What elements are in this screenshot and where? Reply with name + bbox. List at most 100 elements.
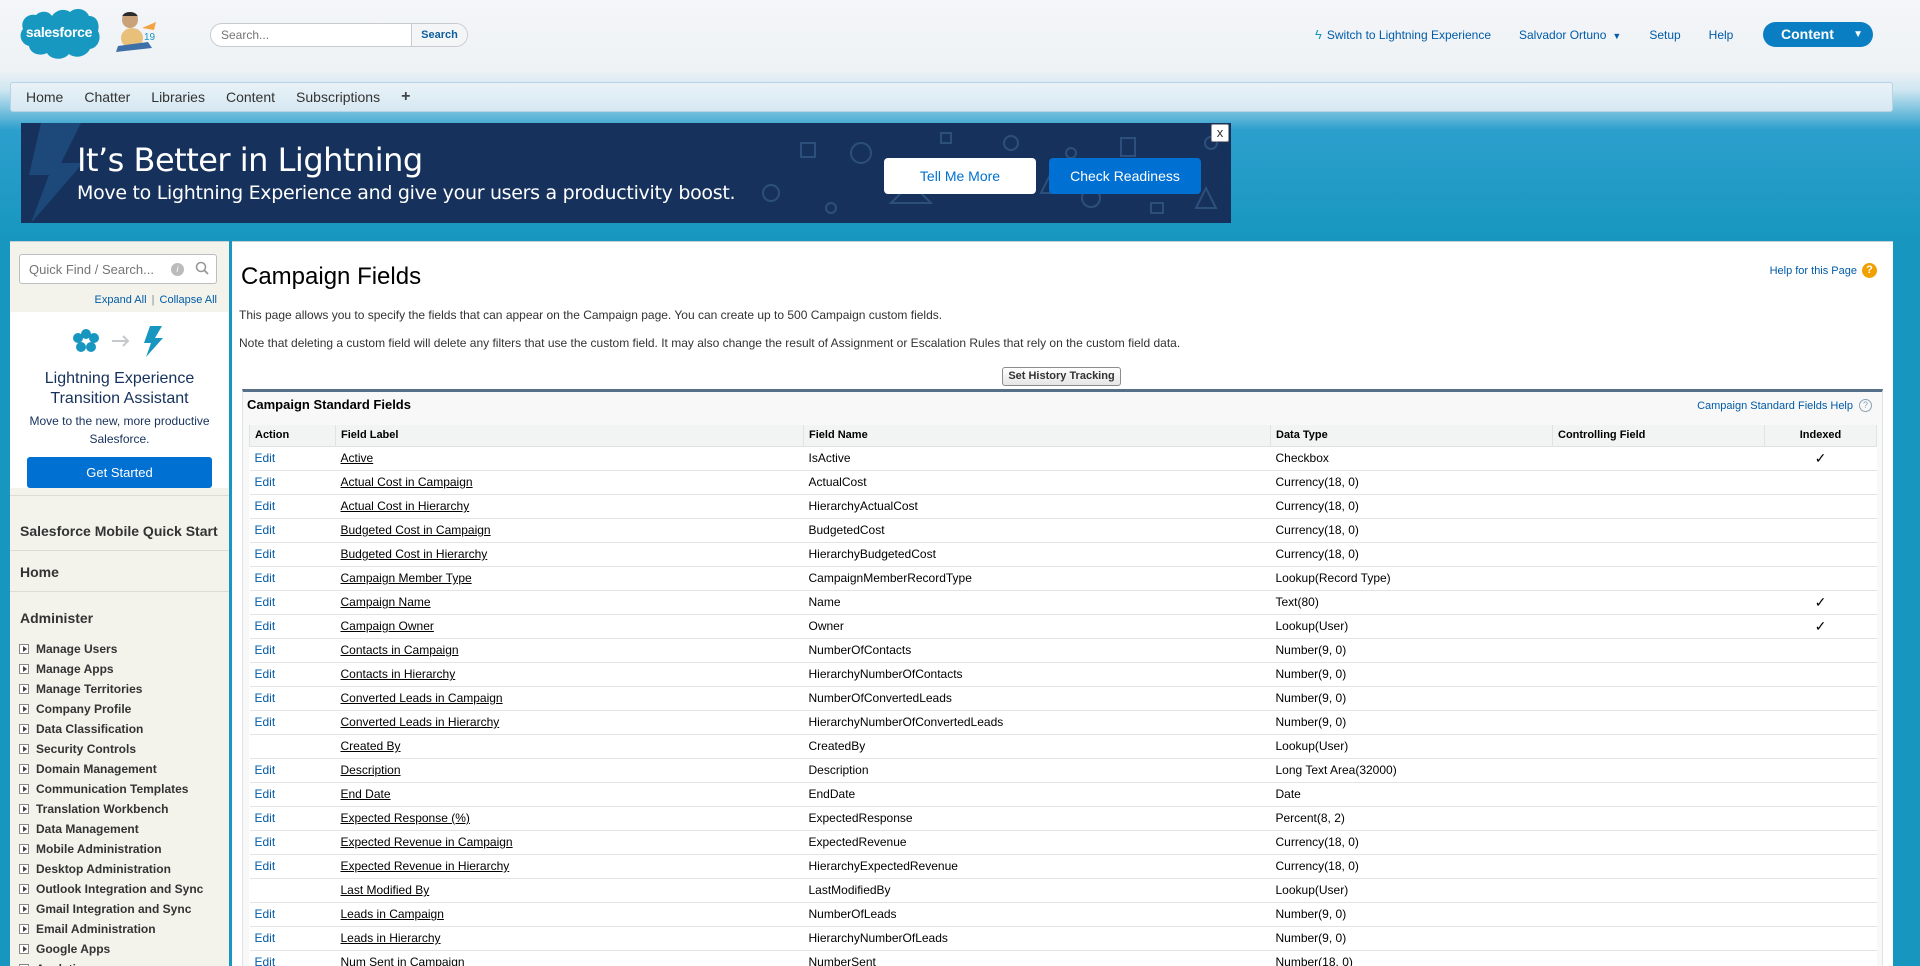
field-label-link[interactable]: Expected Revenue in Campaign <box>341 835 513 849</box>
field-label-link[interactable]: Created By <box>341 739 401 753</box>
sidebar-item[interactable]: Company Profile <box>19 699 203 719</box>
expand-arrow-icon[interactable] <box>19 864 29 874</box>
field-label-link[interactable]: Actual Cost in Campaign <box>341 475 473 489</box>
sidebar-item[interactable]: Data Classification <box>19 719 203 739</box>
standard-fields-help-link[interactable]: Campaign Standard Fields Help ? <box>1697 399 1872 412</box>
expand-arrow-icon[interactable] <box>19 744 29 754</box>
expand-arrow-icon[interactable] <box>19 884 29 894</box>
edit-link[interactable]: Edit <box>255 835 276 849</box>
field-label-link[interactable]: Active <box>341 451 374 465</box>
sidebar-item[interactable]: Analytics <box>19 959 203 966</box>
edit-link[interactable]: Edit <box>255 523 276 537</box>
edit-link[interactable]: Edit <box>255 499 276 513</box>
tab-content[interactable]: Content <box>226 89 275 105</box>
expand-arrow-icon[interactable] <box>19 844 29 854</box>
field-label-link[interactable]: Description <box>341 763 401 777</box>
magnifier-icon[interactable] <box>195 261 209 278</box>
expand-arrow-icon[interactable] <box>19 904 29 914</box>
edit-link[interactable]: Edit <box>255 715 276 729</box>
sidebar-item[interactable]: Manage Users <box>19 639 203 659</box>
sidebar-item[interactable]: Manage Territories <box>19 679 203 699</box>
sidebar-item[interactable]: Mobile Administration <box>19 839 203 859</box>
home-link[interactable]: Home <box>20 564 59 580</box>
edit-link[interactable]: Edit <box>255 451 276 465</box>
expand-arrow-icon[interactable] <box>19 684 29 694</box>
sidebar-item[interactable]: Data Management <box>19 819 203 839</box>
edit-link[interactable]: Edit <box>255 595 276 609</box>
mobile-quick-start-link[interactable]: Salesforce Mobile Quick Start <box>20 523 218 539</box>
edit-link[interactable]: Edit <box>255 811 276 825</box>
expand-arrow-icon[interactable] <box>19 664 29 674</box>
field-label-link[interactable]: Budgeted Cost in Hierarchy <box>341 547 488 561</box>
field-label-link[interactable]: Leads in Hierarchy <box>341 931 441 945</box>
expand-arrow-icon[interactable] <box>19 824 29 834</box>
quick-find-input[interactable] <box>20 261 160 277</box>
edit-link[interactable]: Edit <box>255 547 276 561</box>
edit-link[interactable]: Edit <box>255 619 276 633</box>
field-label-link[interactable]: Campaign Name <box>341 595 431 609</box>
all-tabs-plus-icon[interactable]: + <box>401 88 410 106</box>
field-label-link[interactable]: Contacts in Hierarchy <box>341 667 456 681</box>
sidebar-item[interactable]: Google Apps <box>19 939 203 959</box>
field-label-link[interactable]: Num Sent in Campaign <box>341 955 465 966</box>
expand-arrow-icon[interactable] <box>19 764 29 774</box>
tab-chatter[interactable]: Chatter <box>84 89 130 105</box>
tab-home[interactable]: Home <box>26 89 63 105</box>
set-history-tracking-button[interactable]: Set History Tracking <box>1002 367 1121 386</box>
expand-arrow-icon[interactable] <box>19 924 29 934</box>
field-label-link[interactable]: End Date <box>341 787 391 801</box>
field-label-link[interactable]: Budgeted Cost in Campaign <box>341 523 491 537</box>
field-label-link[interactable]: Converted Leads in Campaign <box>341 691 503 705</box>
expand-arrow-icon[interactable] <box>19 804 29 814</box>
sidebar-item[interactable]: Outlook Integration and Sync <box>19 879 203 899</box>
expand-all-link[interactable]: Expand All <box>95 294 147 306</box>
sidebar-item[interactable]: Manage Apps <box>19 659 203 679</box>
close-icon[interactable]: x <box>1211 124 1229 142</box>
setup-link[interactable]: Setup <box>1649 28 1680 42</box>
field-label-link[interactable]: Actual Cost in Hierarchy <box>341 499 470 513</box>
expand-arrow-icon[interactable] <box>19 944 29 954</box>
edit-link[interactable]: Edit <box>255 643 276 657</box>
expand-arrow-icon[interactable] <box>19 644 29 654</box>
edit-link[interactable]: Edit <box>255 931 276 945</box>
tab-libraries[interactable]: Libraries <box>151 89 205 105</box>
user-menu[interactable]: Salvador Ortuno ▼ <box>1519 28 1621 42</box>
salesforce-logo[interactable]: salesforce <box>18 6 100 62</box>
switch-lightning-link[interactable]: ϟ Switch to Lightning Experience <box>1315 27 1491 42</box>
expand-arrow-icon[interactable] <box>19 704 29 714</box>
app-menu-button[interactable]: Content ▼ <box>1763 22 1873 47</box>
field-label-link[interactable]: Campaign Owner <box>341 619 434 633</box>
edit-link[interactable]: Edit <box>255 787 276 801</box>
edit-link[interactable]: Edit <box>255 859 276 873</box>
get-started-button[interactable]: Get Started <box>27 457 212 488</box>
help-for-page-link[interactable]: Help for this Page ? <box>1770 263 1877 278</box>
edit-link[interactable]: Edit <box>255 667 276 681</box>
edit-link[interactable]: Edit <box>255 475 276 489</box>
expand-arrow-icon[interactable] <box>19 784 29 794</box>
field-label-link[interactable]: Expected Response (%) <box>341 811 470 825</box>
help-link[interactable]: Help <box>1709 28 1734 42</box>
edit-link[interactable]: Edit <box>255 907 276 921</box>
edit-link[interactable]: Edit <box>255 763 276 777</box>
sidebar-item[interactable]: Gmail Integration and Sync <box>19 899 203 919</box>
sidebar-item[interactable]: Communication Templates <box>19 779 203 799</box>
expand-arrow-icon[interactable] <box>19 724 29 734</box>
field-label-link[interactable]: Contacts in Campaign <box>341 643 459 657</box>
field-label-link[interactable]: Campaign Member Type <box>341 571 472 585</box>
global-search-button[interactable]: Search <box>411 24 467 46</box>
check-readiness-button[interactable]: Check Readiness <box>1049 158 1201 194</box>
edit-link[interactable]: Edit <box>255 955 276 966</box>
edit-link[interactable]: Edit <box>255 571 276 585</box>
field-label-link[interactable]: Leads in Campaign <box>341 907 444 921</box>
sidebar-item[interactable]: Desktop Administration <box>19 859 203 879</box>
sidebar-item[interactable]: Security Controls <box>19 739 203 759</box>
field-label-link[interactable]: Converted Leads in Hierarchy <box>341 715 500 729</box>
info-icon[interactable]: i <box>171 263 184 276</box>
edit-link[interactable]: Edit <box>255 691 276 705</box>
tell-me-more-button[interactable]: Tell Me More <box>884 158 1036 194</box>
sidebar-item[interactable]: Translation Workbench <box>19 799 203 819</box>
field-label-link[interactable]: Last Modified By <box>341 883 430 897</box>
field-label-link[interactable]: Expected Revenue in Hierarchy <box>341 859 510 873</box>
sidebar-item[interactable]: Email Administration <box>19 919 203 939</box>
tab-subscriptions[interactable]: Subscriptions <box>296 89 380 105</box>
